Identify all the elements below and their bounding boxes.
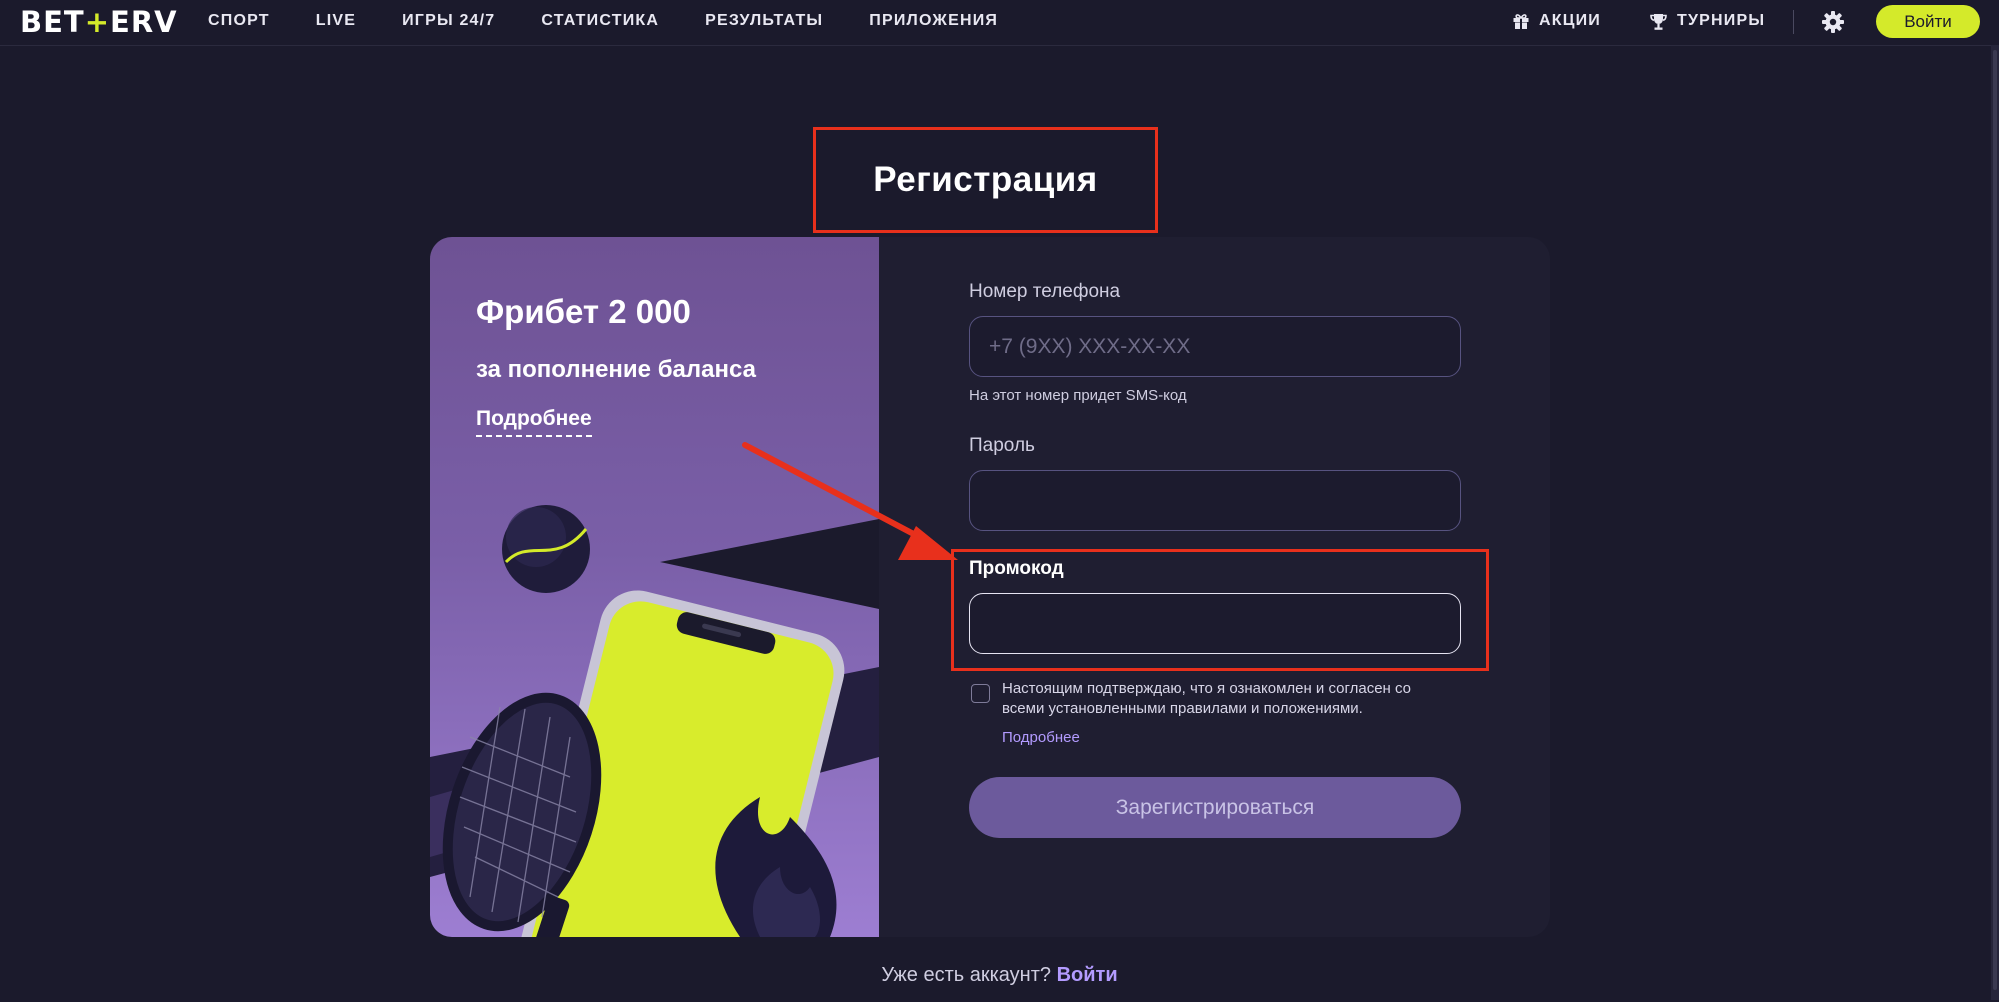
nav-item-apps[interactable]: ПРИЛОЖЕНИЯ: [869, 12, 998, 30]
tournaments-label: ТУРНИРЫ: [1677, 12, 1766, 29]
phone-label: Номер телефона: [969, 281, 1121, 302]
gift-icon: [1513, 14, 1529, 29]
password-label: Пароль: [969, 435, 1035, 456]
tournaments-item: ТУРНИРЫ: [1649, 12, 1765, 31]
page-scrollbar-thumb[interactable]: [1993, 50, 1997, 990]
top-navigation-bar: BET+ERV СПОРТ LIVE ИГРЫ 24/7 СТАТИСТИКА …: [0, 0, 1999, 46]
footer-login-link[interactable]: Войти: [1057, 964, 1118, 986]
logo-text: BET+ERV: [20, 5, 178, 39]
nav-item-sport[interactable]: СПОРТ: [208, 12, 270, 30]
promocode-input[interactable]: [969, 593, 1461, 654]
freebet-title: Фрибет 2 000: [476, 293, 691, 330]
promocode-label: Промокод: [969, 558, 1064, 579]
nav-item-games[interactable]: ИГРЫ 24/7: [402, 12, 495, 30]
betboom-logo[interactable]: BET+ERV: [20, 4, 178, 40]
agree-checkbox[interactable]: [971, 684, 990, 703]
phone-placeholder: +7 (9XX) XXX-XX-XX: [989, 334, 1191, 358]
login-prompt: Уже есть аккаунт? Войти: [0, 964, 1999, 987]
page-title-text: Регистрация: [873, 160, 1098, 199]
gear-icon[interactable]: [1820, 9, 1846, 35]
nav-divider: [1793, 10, 1794, 34]
promotions-item: АКЦИИ: [1512, 12, 1601, 30]
main-nav: СПОРТ LIVE ИГРЫ 24/7 СТАТИСТИКА РЕЗУЛЬТА…: [208, 0, 1044, 42]
nav-item-live[interactable]: LIVE: [316, 12, 356, 30]
nav-item-statistics[interactable]: СТАТИСТИКА: [541, 12, 659, 30]
promotions-link[interactable]: АКЦИИ: [1512, 0, 1601, 42]
register-button[interactable]: Зарегистрироваться: [969, 777, 1461, 838]
registration-form: Номер телефона +7 (9XX) XXX-XX-XX На это…: [879, 237, 1550, 937]
nav-item-results[interactable]: РЕЗУЛЬТАТЫ: [705, 12, 823, 30]
password-input[interactable]: [969, 470, 1461, 531]
register-button-label: Зарегистрироваться: [1115, 795, 1315, 819]
promo-illustration: [430, 505, 879, 937]
trophy-icon: [1650, 13, 1667, 30]
phone-input[interactable]: +7 (9XX) XXX-XX-XX: [969, 316, 1461, 377]
registration-card: Фрибет 2 000 за пополнение баланса Подро…: [430, 237, 1550, 937]
rules-more-link[interactable]: Подробнее: [1002, 729, 1080, 746]
agree-text: Настоящим подтверждаю, что я ознакомлен …: [1002, 680, 1412, 717]
promo-more-link[interactable]: Подробнее: [476, 407, 592, 437]
promo-panel: Фрибет 2 000 за пополнение баланса Подро…: [430, 237, 879, 937]
phone-hint: На этот номер придет SMS-код: [969, 387, 1187, 404]
tournaments-link[interactable]: ТУРНИРЫ: [1649, 0, 1765, 42]
freebet-subtitle: за пополнение баланса: [476, 356, 756, 383]
header-login-button[interactable]: Войти: [1876, 5, 1980, 38]
promotions-label: АКЦИИ: [1539, 12, 1602, 29]
has-account-question: Уже есть аккаунт?: [881, 964, 1052, 986]
page-title: Регистрация: [813, 127, 1158, 233]
